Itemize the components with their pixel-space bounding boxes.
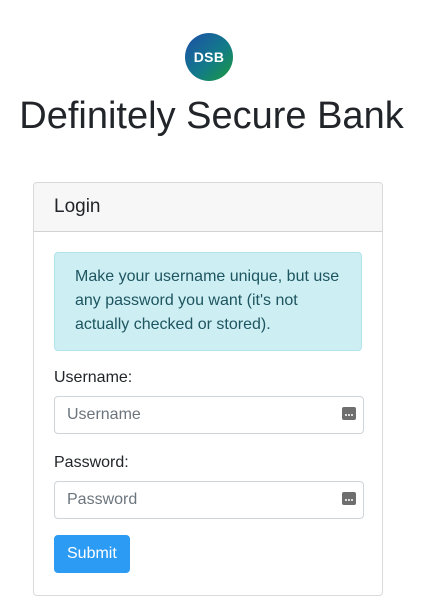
bank-logo: DSB — [185, 33, 233, 81]
username-input[interactable] — [54, 396, 364, 434]
password-field-wrapper — [54, 481, 364, 519]
username-field-wrapper — [54, 396, 364, 434]
login-form: Make your username unique, but use any p… — [34, 232, 382, 593]
password-input[interactable] — [54, 481, 364, 519]
login-card-title: Login — [54, 196, 101, 217]
page-title: Definitely Secure Bank — [19, 95, 404, 137]
password-label: Password: — [54, 454, 129, 471]
username-label: Username: — [54, 369, 133, 386]
login-card: Login Make your username unique, but use… — [33, 182, 383, 596]
submit-button[interactable]: Submit — [54, 535, 130, 573]
password-manager-key-icon[interactable] — [342, 407, 356, 420]
info-alert: Make your username unique, but use any p… — [54, 252, 362, 351]
password-manager-key-icon[interactable] — [342, 492, 356, 505]
login-card-header: Login — [34, 183, 382, 232]
